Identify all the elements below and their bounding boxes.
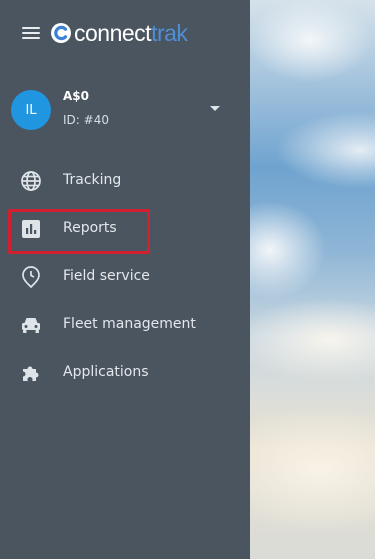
- location-clock-icon: [20, 266, 42, 288]
- nav-label-fleet-management: Fleet management: [63, 316, 196, 332]
- user-id: ID: #40: [63, 113, 109, 127]
- hamburger-menu-icon[interactable]: [22, 24, 40, 40]
- user-name: A$0: [63, 89, 89, 103]
- nav-label-applications: Applications: [63, 364, 149, 380]
- background-sky-image: [250, 0, 375, 559]
- bar-chart-icon: [20, 218, 42, 240]
- puzzle-icon: [20, 362, 42, 384]
- user-account-selector[interactable]: IL A$0 ID: #40: [11, 88, 236, 132]
- avatar: IL: [11, 90, 51, 130]
- brand-logo[interactable]: connect trak: [50, 18, 188, 48]
- brand-name-trak: trak: [151, 19, 188, 46]
- nav-label-field-service: Field service: [63, 268, 150, 284]
- main-navigation: Tracking Reports Field service Fleet man…: [0, 157, 250, 397]
- nav-label-tracking: Tracking: [63, 172, 122, 188]
- sidebar: connect trak IL A$0 ID: #40 Tracking Rep…: [0, 0, 250, 559]
- nav-item-fleet-management[interactable]: Fleet management: [0, 301, 250, 349]
- car-icon: [20, 314, 42, 336]
- nav-item-applications[interactable]: Applications: [0, 349, 250, 397]
- globe-icon: [20, 170, 42, 192]
- nav-label-reports: Reports: [63, 220, 117, 236]
- nav-item-field-service[interactable]: Field service: [0, 253, 250, 301]
- caret-down-icon[interactable]: [210, 106, 220, 111]
- nav-item-reports[interactable]: Reports: [0, 205, 250, 253]
- nav-item-tracking[interactable]: Tracking: [0, 157, 250, 205]
- brand-name-connect: connect: [74, 19, 152, 46]
- connecttrak-logo-icon: [51, 23, 71, 43]
